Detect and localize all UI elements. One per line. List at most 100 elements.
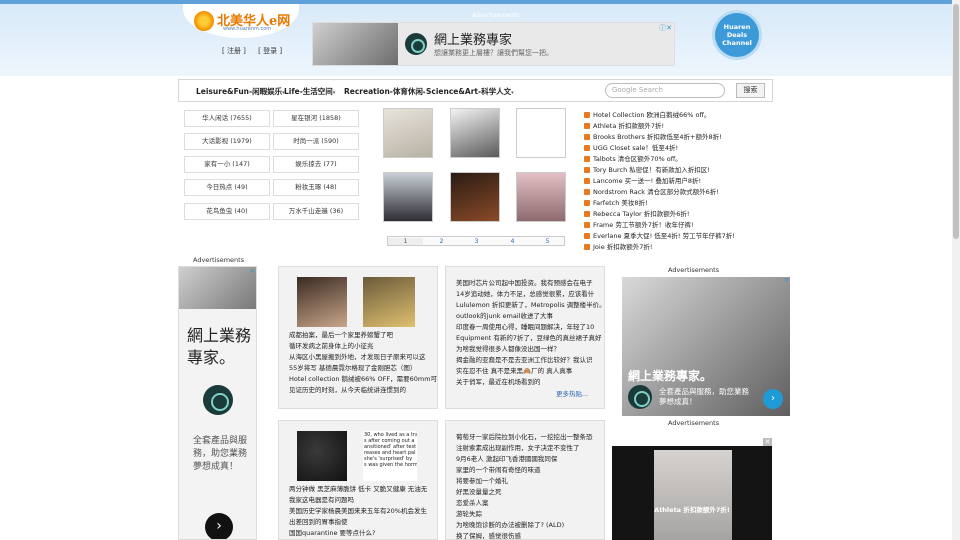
photo-thumbnail[interactable] <box>516 108 566 158</box>
deal-link[interactable]: Athleta 折扣款额外7折! <box>584 120 664 131</box>
post-link[interactable]: 美国历史学家杨晨美国来来五年有20%机会发生 <box>289 505 427 515</box>
chevron-down-icon: ▾ <box>511 90 514 96</box>
category-button[interactable]: 大话影视 (1979) <box>184 133 270 150</box>
post-link[interactable]: 9月6老人 激起印飞香港國國我同保 <box>456 453 557 463</box>
post-link[interactable]: 美国时芯片公司起中国投资。我有预感会在电子 <box>456 277 593 287</box>
ad-close-icon[interactable]: ✕ <box>250 268 255 275</box>
deal-link[interactable]: Joie 折扣款额外7折! <box>584 241 653 252</box>
site-logo[interactable]: 北美华人e网 www.huarenm.com <box>183 4 299 38</box>
deal-link[interactable]: UGG Closet sale！低至4折! <box>584 142 678 153</box>
category-button[interactable]: 家有一小 (147) <box>184 156 270 173</box>
photo-thumbnail[interactable] <box>383 108 433 158</box>
deal-link[interactable]: Lancome 买一送一! 叠加新用户8折! <box>584 175 701 186</box>
search-button[interactable]: 搜索 <box>736 83 765 98</box>
deal-link[interactable]: Talbots 清仓区额外70% off。 <box>584 153 682 164</box>
post-link[interactable]: 家里的一个带闹有奇怪的味道 <box>456 464 541 474</box>
post-link[interactable]: 葡萄牙一家后院拉到小化石，一挖挖出一整条恐 <box>456 431 593 441</box>
post-link[interactable]: 揭金融的亚裔是不是去亚洲工作比较好？我认识 <box>456 354 593 364</box>
scrollbar-thumb[interactable] <box>953 4 959 239</box>
post-link[interactable]: 恋爱杀人案 <box>456 497 489 507</box>
post-link[interactable]: 从海区小黑屋搬到外地，才发现日子原来可以这 <box>289 351 426 361</box>
post-link[interactable]: 游轮失踪 <box>456 508 482 518</box>
post-link[interactable]: Lululemon 折扣更新了，Metropolis 调整楼半价。 <box>456 299 604 309</box>
left-ad-desc: 全套產品與服務，助您業務夢想成真！ <box>193 436 248 472</box>
login-link[interactable]: [ 注册 ] <box>222 47 246 55</box>
page-link[interactable]: 3 <box>459 238 494 245</box>
nav-leisure-fun[interactable]: Leisure&Fun-闲暇娱乐▾ <box>196 86 285 97</box>
post-link[interactable]: 循环发病之前身体上的小征兆 <box>289 340 374 350</box>
right-rectangle-ad[interactable]: ✕ 網上業務專家。 全套產品與服務，助您業務夢想成真！ › <box>622 277 790 416</box>
ad-close-icon[interactable]: ⓘ✕ <box>659 23 672 33</box>
deal-link[interactable]: Frame 劳工节额外7折！收年仔裤! <box>584 219 694 230</box>
post-link[interactable]: 见证历史的时刻，从今天临统讲连惯到的 <box>289 384 406 394</box>
page-link[interactable]: 1 <box>388 238 423 245</box>
ad-close-icon[interactable]: ✕ <box>784 277 789 284</box>
photo-thumbnail[interactable] <box>516 172 566 222</box>
more-posts-link[interactable]: 更多热贴... <box>556 388 588 398</box>
google-ads-logo-icon <box>405 33 427 55</box>
deal-link[interactable]: Hotel Collection 欧洲白鹅绒66% off。 <box>584 109 710 120</box>
post-link[interactable]: 将要参加一个婚礼 <box>456 475 508 485</box>
post-link[interactable]: outlook的junk email收进了大事 <box>456 310 553 320</box>
top-ad-title: 網上業務專家 <box>434 33 513 48</box>
post-photo[interactable]: 30, who lived as a tra s after coming ou… <box>363 431 417 481</box>
post-link[interactable]: 14岁追动她，体力不足，总感觉很累，应该看什 <box>456 288 594 298</box>
post-link[interactable]: 我家这电器是有问题吗 <box>289 494 354 504</box>
post-link[interactable]: 关于俏军，最近在机场看到的 <box>456 376 541 386</box>
sunflower-logo-icon <box>194 11 214 31</box>
page-link[interactable]: 4 <box>495 238 530 245</box>
post-link[interactable]: 好黑没量量之死 <box>456 486 502 496</box>
post-link[interactable]: Hotel collection 鹅绒被66% OFF，需要60mm可 <box>289 373 437 383</box>
deal-link[interactable]: Everlane 夏季大促! 低至4折! 劳工节年仔裤7折! <box>584 230 735 241</box>
chevron-right-icon[interactable]: › <box>763 389 783 409</box>
post-link[interactable]: 55岁将写 基德晨霓尔格现了金刚胆芯（图） <box>289 362 416 372</box>
deal-link[interactable]: Nordstrom Rack 清仓区部分款式额外6折! <box>584 186 719 197</box>
post-link[interactable]: 两分钟做 黑芝麻薄脆饼 低卡 又脆又健康 无油无 <box>289 483 427 493</box>
post-link[interactable]: 为啥我觉得很多人都像没出国一样？ <box>456 343 560 353</box>
category-button[interactable]: 花鸟鱼虫 (40) <box>184 203 270 220</box>
photo-thumbnail[interactable] <box>450 172 500 222</box>
page-link[interactable]: 5 <box>530 238 565 245</box>
post-link[interactable]: Equipment 有新的7折了，豆绿色的真丝裙子真好 <box>456 332 602 342</box>
post-photo[interactable] <box>297 431 347 481</box>
right-ad-title: 網上業務專家。 <box>628 369 713 383</box>
category-button[interactable]: 粉妆玉琢 (48) <box>273 179 359 196</box>
deal-link[interactable]: Brooks Brothers 折扣款低至4折+额外8折! <box>584 131 722 142</box>
category-button[interactable]: 时尚一派 (590) <box>273 133 359 150</box>
page-link[interactable]: 2 <box>424 238 459 245</box>
post-link[interactable]: 国国quarantine 要等点什么? <box>289 527 376 537</box>
nav-science-art[interactable]: Science&Art-科学人文▾ <box>426 86 514 97</box>
deal-link[interactable]: Rebecca Taylor 折扣款额外6折! <box>584 208 690 219</box>
nav-recreation[interactable]: Recreation-体育休闲▾ <box>344 86 425 97</box>
post-link[interactable]: 注射索素成出现副作用，女子决定不变性了 <box>456 442 580 452</box>
post-photo[interactable] <box>297 277 347 327</box>
post-link[interactable]: 实在忍不住 真不是来黑🙈厂的 真人真事 <box>456 365 572 375</box>
post-link[interactable]: 为啥晚饱诊断的办法被删除了? (ALD) <box>456 519 564 529</box>
deals-channel-badge[interactable]: Huaren Deals Channel <box>715 13 759 57</box>
hot-topics-card: 美国时芯片公司起中国投资。我有预感会在电子 14岁追动她，体力不足，总感觉很累，… <box>445 266 605 409</box>
model-photo <box>654 450 732 540</box>
register-link[interactable]: [ 登录 ] <box>258 47 282 55</box>
category-button[interactable]: 娱乐掠去 (77) <box>273 156 359 173</box>
photo-thumbnail[interactable] <box>383 172 433 222</box>
post-link[interactable]: 换了保姆，感觉很伤感 <box>456 530 521 539</box>
post-link[interactable]: 出差回到的胃事指使 <box>289 516 348 526</box>
category-button[interactable]: 今日热点 (49) <box>184 179 270 196</box>
nav-life[interactable]: Life-生活空间▾ <box>284 86 335 97</box>
left-skyscraper-ad[interactable]: ✕ 網上業務專家。 全套產品與服務，助您業務夢想成真！ › <box>178 266 257 540</box>
chevron-right-icon[interactable]: › <box>205 513 233 539</box>
category-button[interactable]: 华人闲话 (7655) <box>184 110 270 127</box>
athleta-ad[interactable]: Athleta 折扣款额外7折! <box>612 446 772 540</box>
deal-link[interactable]: Farfetch 美妆8折! <box>584 197 648 208</box>
post-link[interactable]: 印度春一周使用心得，睡眠间题解决，年轻了10 <box>456 321 594 331</box>
post-link[interactable]: 成都拍案，最后一个家里养螃蟹了吧 <box>289 329 393 339</box>
post-photo[interactable] <box>363 277 415 327</box>
category-button[interactable]: 星在银河 (1858) <box>273 110 359 127</box>
category-button[interactable]: 万水千山走遍 (36) <box>273 203 359 220</box>
top-banner-ad[interactable]: 網上業務專家 想讓業務更上層樓？讓我們幫您一把。 ⓘ✕ <box>312 22 675 66</box>
google-search-input[interactable]: Google Search <box>605 83 725 98</box>
page-scrollbar[interactable] <box>952 0 960 540</box>
deal-link[interactable]: Tory Burch 私密促！有新款加入折扣区! <box>584 164 710 175</box>
photo-thumbnail[interactable] <box>450 108 500 158</box>
ad-label: Advertisements <box>668 419 720 427</box>
